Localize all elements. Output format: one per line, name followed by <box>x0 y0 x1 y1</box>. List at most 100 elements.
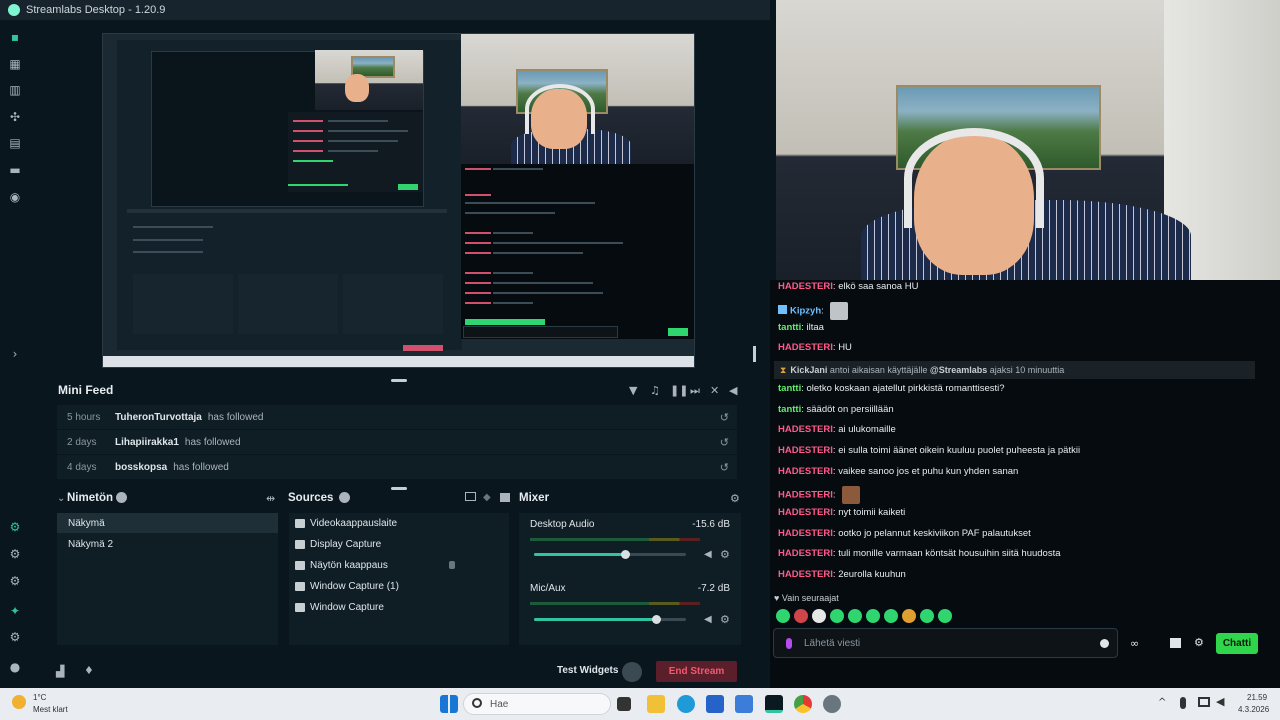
folder-icon[interactable] <box>465 492 476 501</box>
clock-time[interactable]: 21.59 <box>1247 693 1267 702</box>
tray-volume-icon[interactable]: ◀ <box>1216 695 1224 708</box>
channel-settings-icon[interactable]: ⚙ <box>720 613 730 626</box>
music-icon[interactable]: ♫ <box>650 384 660 397</box>
tray-mic-icon[interactable] <box>1180 697 1186 709</box>
editor-icon[interactable]: ▪ <box>8 30 22 44</box>
edge-icon[interactable] <box>677 695 695 713</box>
chat-username[interactable]: Kipzyh <box>790 306 821 317</box>
chat-username[interactable]: HADESTERI <box>778 490 833 501</box>
library-icon[interactable]: ▥ <box>8 83 22 97</box>
muted-speaker-icon[interactable]: ◀ <box>704 614 712 625</box>
settings-a-icon[interactable]: ⚙ <box>8 547 22 561</box>
tools-icon[interactable]: ✣ <box>8 110 22 124</box>
repeat-icon[interactable]: ↺ <box>720 436 729 449</box>
chat-username[interactable]: HADESTERI <box>778 528 833 539</box>
emote-icon[interactable] <box>866 609 880 623</box>
skip-icon[interactable]: ⏭ <box>690 384 700 398</box>
settings-b-icon[interactable]: ⚙ <box>8 574 22 588</box>
highlighter-icon[interactable]: ▬ <box>8 163 22 177</box>
emote-icon[interactable] <box>884 609 898 623</box>
weather-icon[interactable] <box>12 695 26 709</box>
store-icon[interactable] <box>1170 638 1181 648</box>
chat-settings-icon[interactable]: ⚙ <box>1194 636 1204 649</box>
mail-icon[interactable] <box>735 695 753 713</box>
store-icon[interactable]: ▤ <box>8 136 22 150</box>
source-item[interactable]: Window Capture <box>289 597 509 617</box>
chevron-down-icon[interactable]: ⌄ <box>57 493 65 504</box>
layout-icon[interactable]: ▦ <box>8 57 22 71</box>
pause-icon[interactable]: ❚❚ <box>670 384 688 397</box>
mic-icon[interactable] <box>786 637 792 649</box>
volume-slider-knob[interactable] <box>652 615 661 624</box>
end-stream-button[interactable]: End Stream <box>656 661 737 682</box>
clock-date[interactable]: 4.3.2026 <box>1238 705 1269 714</box>
test-widgets-button[interactable]: Test Widgets <box>557 665 618 676</box>
preview-scrollbar[interactable] <box>753 346 756 362</box>
volume-slider-knob[interactable] <box>621 550 630 559</box>
chat-username[interactable]: HADESTERI <box>778 569 833 580</box>
stream-preview[interactable] <box>102 33 695 368</box>
source-item[interactable]: Näytön kaappaus <box>289 555 509 575</box>
chat-username[interactable]: HADESTERI <box>778 548 833 559</box>
mute-alerts-icon[interactable]: ✕ <box>710 384 719 397</box>
tray-network-icon[interactable] <box>1198 697 1210 707</box>
repeat-icon[interactable]: ↺ <box>720 461 729 474</box>
task-view-icon[interactable] <box>617 697 631 711</box>
mixer-settings-icon[interactable]: ⚙ <box>730 492 740 505</box>
repeat-icon[interactable]: ↺ <box>720 411 729 424</box>
emoji-icon[interactable] <box>1100 638 1109 648</box>
record-button[interactable] <box>622 662 642 682</box>
emote-icon[interactable] <box>776 609 790 623</box>
expand-icon[interactable]: › <box>8 347 22 361</box>
notifications-icon[interactable]: ♦ <box>84 664 94 677</box>
chat-username[interactable]: HADESTERI <box>778 507 833 518</box>
scene-item[interactable]: Näkymä <box>57 513 278 533</box>
feed-resize-handle[interactable] <box>391 487 407 490</box>
scene-item[interactable]: Näkymä 2 <box>57 534 278 554</box>
emote-bar[interactable] <box>776 609 956 628</box>
chat-username[interactable]: HADESTERI <box>778 342 833 353</box>
lock-icon[interactable] <box>449 561 455 569</box>
taskbar-search[interactable]: Hae <box>463 693 611 715</box>
file-explorer-icon[interactable] <box>647 695 665 713</box>
chat-username[interactable]: tantti <box>778 404 801 415</box>
preview-resize-handle[interactable] <box>391 379 407 382</box>
transitions-icon[interactable]: ⇹ <box>266 492 275 505</box>
profile-icon[interactable]: ● <box>8 660 22 674</box>
settings-icon[interactable]: ⚙ <box>8 630 22 644</box>
volume-icon[interactable]: ◀ <box>729 384 737 397</box>
filter-icon[interactable]: ▼ <box>629 384 637 397</box>
windows-start-icon[interactable] <box>440 695 458 713</box>
chat-username[interactable]: tantti <box>778 383 801 394</box>
emote-icon[interactable] <box>812 609 826 623</box>
emote-icon[interactable] <box>920 609 934 623</box>
source-item[interactable]: Display Capture <box>289 534 509 554</box>
stats-icon[interactable]: ▟ <box>56 665 64 678</box>
stream-icon[interactable]: ⚙ <box>8 520 22 534</box>
tray-chevron-icon[interactable]: ^ <box>1158 697 1166 708</box>
channel-settings-icon[interactable]: ⚙ <box>720 548 730 561</box>
emote-icon[interactable] <box>938 609 952 623</box>
emote-icon[interactable] <box>902 609 916 623</box>
source-item[interactable]: Videokaappauslaite <box>289 513 509 533</box>
link-icon[interactable]: ∞ <box>1130 637 1139 650</box>
settings-app-icon[interactable] <box>823 695 841 713</box>
emote-icon[interactable] <box>794 609 808 623</box>
source-properties-icon[interactable] <box>500 493 510 502</box>
emote-icon[interactable] <box>848 609 862 623</box>
streamlabs-taskbar-icon[interactable] <box>765 695 783 713</box>
speaker-icon[interactable]: ◀ <box>704 549 712 560</box>
add-source-icon[interactable] <box>339 492 350 503</box>
record-icon[interactable]: ◉ <box>8 190 22 204</box>
chat-username[interactable]: HADESTERI <box>778 424 833 435</box>
chat-username[interactable]: tantti <box>778 322 801 333</box>
source-item[interactable]: Window Capture (1) <box>289 576 509 596</box>
chat-send-button[interactable]: Chatti <box>1216 633 1258 654</box>
emote-icon[interactable] <box>830 609 844 623</box>
chat-username[interactable]: HADESTERI <box>778 445 833 456</box>
group-icon[interactable]: ◆ <box>483 492 491 503</box>
store-app-icon[interactable] <box>706 695 724 713</box>
chat-username[interactable]: HADESTERI <box>778 466 833 477</box>
chat-input[interactable]: Lähetä viesti <box>773 628 1118 658</box>
chat-username[interactable]: HADESTERI <box>778 281 833 292</box>
